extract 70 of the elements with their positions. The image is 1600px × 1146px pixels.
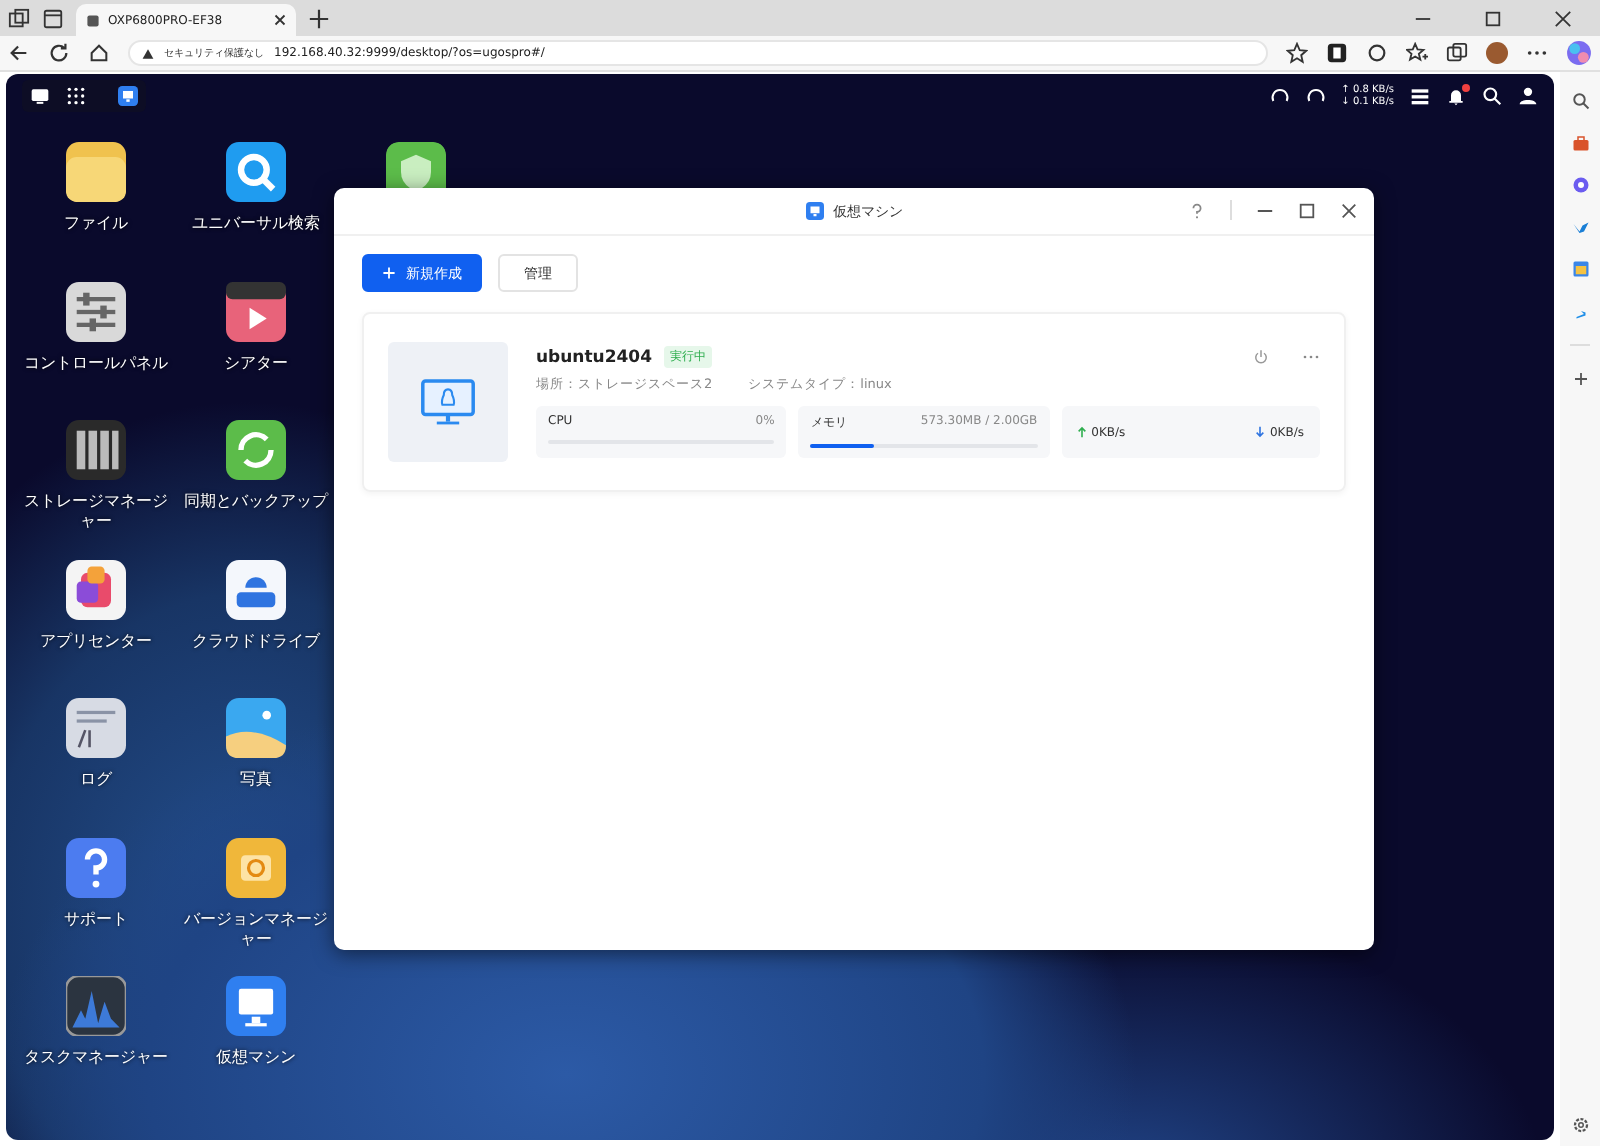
app-label[interactable]: 仮想マシン bbox=[178, 1048, 334, 1068]
extension-icon[interactable] bbox=[1326, 42, 1348, 64]
question-mark-icon[interactable] bbox=[66, 837, 126, 897]
close-icon[interactable] bbox=[1554, 9, 1572, 27]
ram-gauge-icon bbox=[1305, 86, 1326, 106]
search-icon[interactable] bbox=[1571, 92, 1589, 110]
favicon-icon bbox=[86, 13, 100, 27]
tab-actions-icon[interactable] bbox=[42, 7, 64, 29]
briefcase-icon[interactable] bbox=[1571, 134, 1589, 152]
drive-bays-icon[interactable] bbox=[66, 420, 126, 480]
collections-icon[interactable] bbox=[1446, 42, 1468, 64]
app-label[interactable]: ストレージマネージャー bbox=[18, 492, 174, 532]
back-icon[interactable] bbox=[8, 42, 30, 64]
user-icon[interactable] bbox=[1518, 86, 1538, 106]
close-icon[interactable] bbox=[1340, 201, 1358, 219]
app-grid-icon[interactable] bbox=[66, 86, 86, 106]
upload-arrow-icon bbox=[1077, 426, 1086, 438]
close-tab-icon[interactable] bbox=[274, 14, 286, 26]
search-icon[interactable] bbox=[1482, 86, 1502, 106]
virtual-machine-app-icon[interactable] bbox=[118, 86, 138, 106]
app-label[interactable]: コントロールパネル bbox=[18, 353, 174, 373]
warning-icon bbox=[142, 47, 154, 59]
vm-name: ubuntu2404 bbox=[536, 347, 653, 367]
maximize-icon[interactable] bbox=[1298, 201, 1316, 219]
folder-icon[interactable] bbox=[66, 142, 126, 202]
sync-arrows-icon[interactable] bbox=[226, 420, 286, 480]
beach-photo-icon[interactable] bbox=[226, 698, 286, 758]
app-label[interactable]: シアター bbox=[178, 353, 334, 373]
power-icon[interactable] bbox=[1252, 348, 1270, 366]
favorite-star-icon[interactable] bbox=[1286, 42, 1308, 64]
new-tab-icon[interactable] bbox=[308, 7, 330, 29]
shield-app-icon[interactable] bbox=[386, 142, 446, 188]
settings-icon[interactable] bbox=[1571, 1116, 1589, 1134]
maximize-icon[interactable] bbox=[1484, 9, 1502, 27]
calendar-icon[interactable] bbox=[1571, 260, 1589, 278]
home-icon[interactable] bbox=[88, 42, 110, 64]
profile-avatar[interactable] bbox=[1486, 42, 1508, 64]
help-icon[interactable] bbox=[1188, 201, 1206, 219]
activity-chart-icon[interactable] bbox=[66, 976, 126, 1036]
app-label[interactable]: ユニバーサル検索 bbox=[178, 214, 334, 234]
document-icon[interactable] bbox=[66, 698, 126, 758]
app-label[interactable]: クラウドドライブ bbox=[178, 631, 334, 651]
reload-icon[interactable] bbox=[48, 42, 70, 64]
cpu-gauge-icon bbox=[1269, 86, 1290, 106]
circle-app-icon[interactable] bbox=[1571, 176, 1589, 194]
virtual-machine-app-icon bbox=[805, 202, 823, 220]
sliders-icon[interactable] bbox=[66, 281, 126, 341]
app-label[interactable]: バージョンマネージャー bbox=[178, 909, 334, 949]
favorites-icon[interactable] bbox=[1406, 42, 1428, 64]
monitor-icon[interactable] bbox=[30, 86, 50, 106]
monitor-penguin-icon bbox=[420, 378, 476, 426]
workspaces-icon[interactable] bbox=[8, 7, 30, 29]
vm-monitor-icon[interactable] bbox=[226, 976, 286, 1036]
magnifier-icon[interactable] bbox=[226, 142, 286, 202]
cloud-drive-icon[interactable] bbox=[226, 559, 286, 619]
puzzle-blocks-icon[interactable] bbox=[66, 559, 126, 619]
download-arrow-icon bbox=[1255, 426, 1264, 438]
notification-bell-icon[interactable] bbox=[1446, 86, 1466, 106]
app-label[interactable]: サポート bbox=[18, 909, 174, 929]
film-clapper-icon[interactable] bbox=[226, 281, 286, 341]
add-icon[interactable] bbox=[1571, 370, 1589, 388]
app-label[interactable]: ログ bbox=[18, 770, 174, 790]
app-label[interactable]: ファイル bbox=[18, 214, 174, 234]
app-label[interactable]: アプリセンター bbox=[18, 631, 174, 651]
plus-icon bbox=[382, 266, 396, 280]
list-settings-icon[interactable] bbox=[1410, 86, 1430, 106]
copilot-icon[interactable] bbox=[1566, 40, 1592, 66]
app-label[interactable]: 写真 bbox=[178, 770, 334, 790]
app-label[interactable]: タスクマネージャー bbox=[18, 1048, 174, 1068]
app-label[interactable]: 同期とバックアップ bbox=[178, 492, 334, 512]
